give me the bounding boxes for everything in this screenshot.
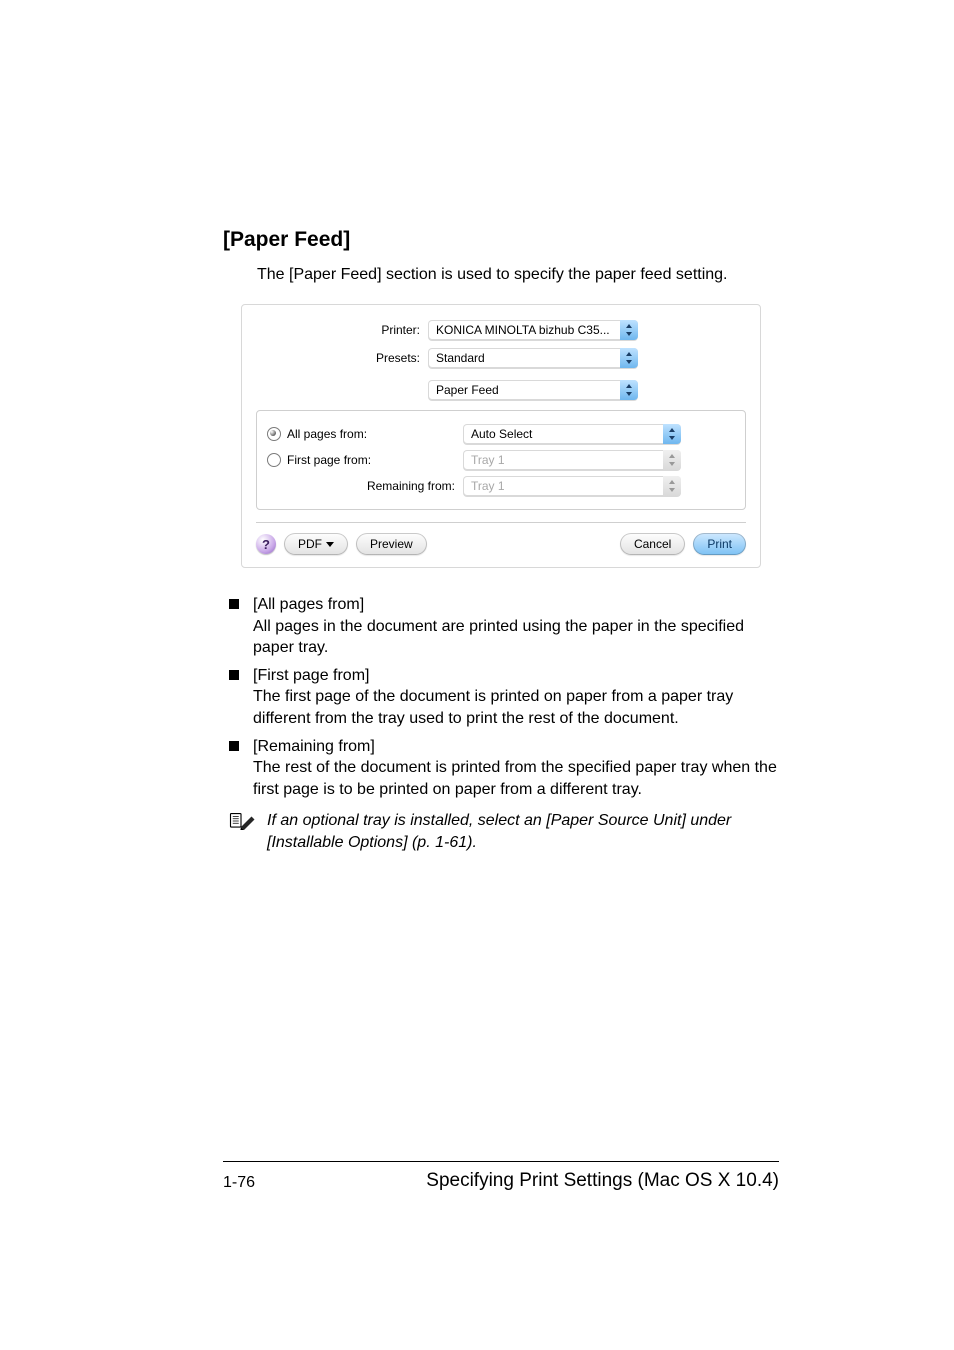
cancel-label: Cancel <box>634 537 671 551</box>
first-page-value: Tray 1 <box>463 453 663 467</box>
first-page-label: First page from: <box>287 453 371 467</box>
all-pages-label: All pages from: <box>287 427 367 441</box>
bullet-desc: All pages in the document are printed us… <box>253 616 779 659</box>
note-icon <box>229 812 259 837</box>
panel-select[interactable]: Paper Feed <box>428 380 638 400</box>
square-bullet-icon <box>229 599 239 609</box>
printer-value: KONICA MINOLTA bizhub C35... <box>428 323 620 337</box>
dropdown-arrows-icon <box>620 380 638 400</box>
list-item: [Remaining from] The rest of the documen… <box>229 736 779 801</box>
all-pages-select[interactable]: Auto Select <box>463 424 681 444</box>
cancel-button[interactable]: Cancel <box>620 533 685 555</box>
dropdown-arrows-icon <box>620 320 638 340</box>
help-button[interactable]: ? <box>256 534 276 554</box>
remaining-label: Remaining from: <box>367 479 455 493</box>
pdf-label: PDF <box>298 537 322 551</box>
bullet-label: [First page from] <box>253 665 779 687</box>
dropdown-arrows-icon <box>663 450 681 470</box>
footer-title: Specifying Print Settings (Mac OS X 10.4… <box>426 1170 779 1192</box>
paper-feed-group: All pages from: Auto Select First page f… <box>256 410 746 510</box>
presets-select[interactable]: Standard <box>428 348 638 368</box>
print-dialog: Printer: KONICA MINOLTA bizhub C35... Pr… <box>241 304 761 568</box>
print-label: Print <box>707 537 732 551</box>
list-item: [First page from] The first page of the … <box>229 665 779 730</box>
page-footer: 1-76 Specifying Print Settings (Mac OS X… <box>223 1161 779 1192</box>
panel-value: Paper Feed <box>428 383 620 397</box>
bullet-desc: The first page of the document is printe… <box>253 686 779 729</box>
print-button[interactable]: Print <box>693 533 746 555</box>
dropdown-arrows-icon <box>663 476 681 496</box>
bullet-label: [All pages from] <box>253 594 779 616</box>
dropdown-arrows-icon <box>663 424 681 444</box>
dropdown-arrows-icon <box>620 348 638 368</box>
remaining-value: Tray 1 <box>463 479 663 493</box>
square-bullet-icon <box>229 670 239 680</box>
note: If an optional tray is installed, select… <box>229 810 779 853</box>
first-page-select: Tray 1 <box>463 450 681 470</box>
bullet-list: [All pages from] All pages in the docume… <box>229 594 779 854</box>
preview-button[interactable]: Preview <box>356 533 427 555</box>
dialog-divider <box>256 522 746 523</box>
presets-value: Standard <box>428 351 620 365</box>
section-intro: The [Paper Feed] section is used to spec… <box>257 266 779 284</box>
square-bullet-icon <box>229 741 239 751</box>
bullet-label: [Remaining from] <box>253 736 779 758</box>
page-number: 1-76 <box>223 1174 255 1192</box>
preview-label: Preview <box>370 537 413 551</box>
chevron-down-icon <box>326 542 334 547</box>
bullet-desc: The rest of the document is printed from… <box>253 757 779 800</box>
pdf-menu-button[interactable]: PDF <box>284 533 348 555</box>
printer-label: Printer: <box>256 323 428 337</box>
list-item: [All pages from] All pages in the docume… <box>229 594 779 659</box>
first-page-radio[interactable] <box>267 453 281 467</box>
section-heading: [Paper Feed] <box>223 228 779 252</box>
presets-label: Presets: <box>256 351 428 365</box>
all-pages-value: Auto Select <box>463 427 663 441</box>
remaining-select: Tray 1 <box>463 476 681 496</box>
printer-select[interactable]: KONICA MINOLTA bizhub C35... <box>428 320 638 340</box>
note-text: If an optional tray is installed, select… <box>267 810 779 853</box>
all-pages-radio[interactable] <box>267 427 281 441</box>
